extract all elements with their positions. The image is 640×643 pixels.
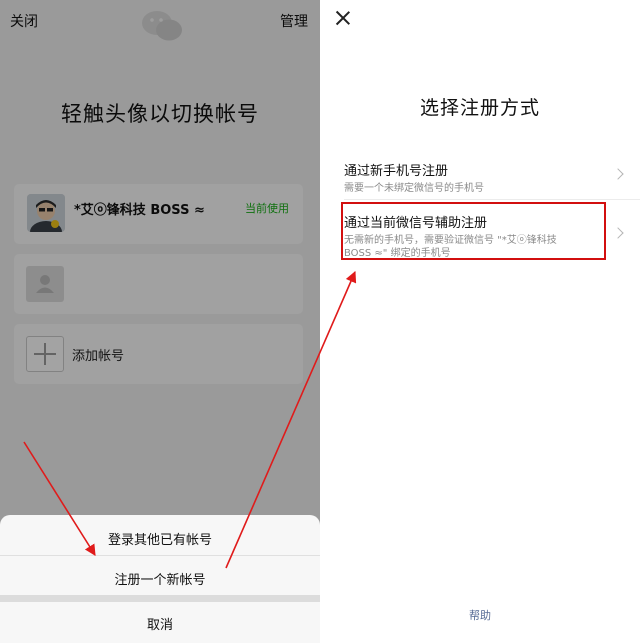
help-link[interactable]: 帮助 — [320, 607, 640, 623]
option-title: 通过新手机号注册 — [344, 164, 449, 179]
right-screen: 选择注册方式 通过新手机号注册 需要一个未绑定微信号的手机号 通过当前微信号辅助… — [320, 0, 640, 643]
register-new-account-option[interactable]: 注册一个新帐号 — [0, 569, 320, 588]
highlight-box — [341, 202, 606, 260]
left-screen: 关闭 管理 轻触头像以切换帐号 *艾ⓞ锋科技 BOSS ≈ 当前使用 添加帐号 … — [0, 0, 320, 643]
cancel-button[interactable]: 取消 — [0, 614, 320, 633]
option-description: 需要一个未绑定微信号的手机号 — [344, 183, 484, 194]
divider — [0, 595, 320, 602]
register-method-title: 选择注册方式 — [419, 97, 540, 119]
register-with-new-phone-option[interactable]: 通过新手机号注册 需要一个未绑定微信号的手机号 — [344, 160, 624, 195]
close-icon[interactable] — [334, 9, 352, 27]
action-sheet: 登录其他已有帐号 注册一个新帐号 取消 — [0, 515, 320, 643]
divider — [344, 199, 640, 200]
login-other-account-option[interactable]: 登录其他已有帐号 — [0, 529, 320, 548]
divider — [0, 555, 320, 556]
